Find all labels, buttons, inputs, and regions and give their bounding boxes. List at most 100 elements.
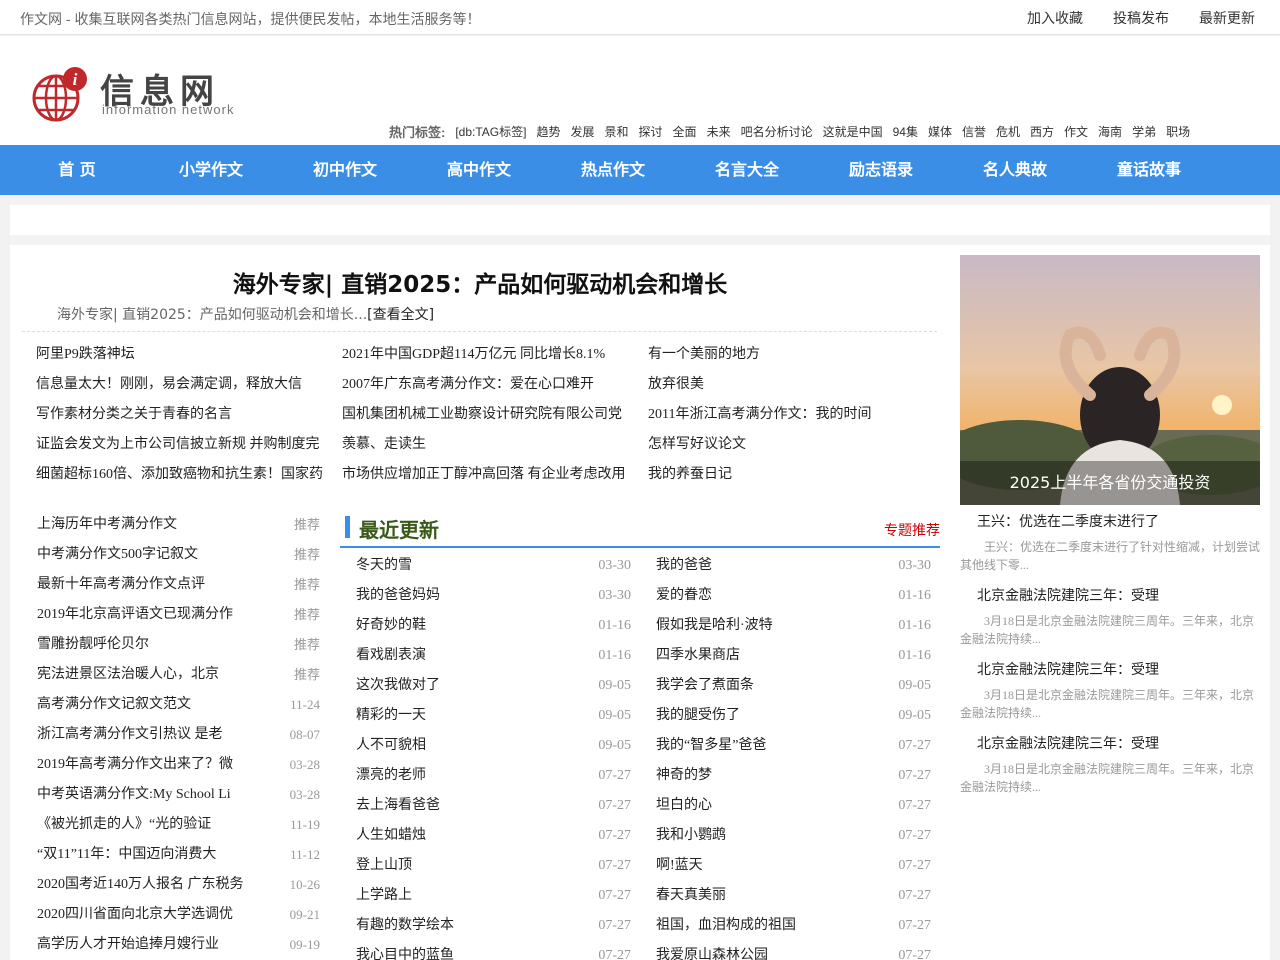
list-item[interactable]: 坦白的心 07-27 [656,791,931,821]
list-item-title[interactable]: 好奇妙的鞋 [356,611,576,641]
list-item-title[interactable]: 祖国，血泪构成的祖国 [656,911,876,941]
nav-senior-essays[interactable]: 高中作文 [412,145,546,195]
list-item[interactable]: 看戏剧表演 01-16 [356,641,631,671]
list-item-title[interactable]: 坦白的心 [656,791,876,821]
nav-inspirational[interactable]: 励志语录 [814,145,948,195]
list-item-title[interactable]: 冬天的雪 [356,551,576,581]
list-item[interactable]: 2019年高考满分作文出来了？微 03-28 [37,750,320,780]
list-item[interactable]: 我的养蚕日记 [648,460,943,490]
list-item[interactable]: 细菌超标160倍、添加致癌物和抗生素！国家药 [36,460,331,490]
add-favorite-link[interactable]: 加入收藏 [1027,8,1083,28]
list-item-title[interactable]: 爱的眷恋 [656,581,876,611]
list-item[interactable]: 爱的眷恋 01-16 [656,581,931,611]
hot-tag[interactable]: [db:TAG标签] [455,123,526,140]
list-item[interactable]: 我心目中的蓝鱼 07-27 [356,941,631,960]
list-item[interactable]: 国机集团机械工业勘察设计研究院有限公司党 [342,400,637,430]
hot-tag[interactable]: 全面 [673,123,697,140]
hot-tag[interactable]: 危机 [996,123,1020,140]
submit-post-link[interactable]: 投稿发布 [1113,8,1169,28]
nav-quotes[interactable]: 名言大全 [680,145,814,195]
nav-hot-essays[interactable]: 热点作文 [546,145,680,195]
list-item[interactable]: 2021年中国GDP超114万亿元 同比增长8.1% [342,340,637,370]
nav-fairy-tales[interactable]: 童话故事 [1082,145,1216,195]
list-item[interactable]: 放弃很美 [648,370,943,400]
list-item-title[interactable]: 漂亮的老师 [356,761,576,791]
list-item[interactable]: 啊!蓝天 07-27 [656,851,931,881]
list-item[interactable]: 2007年广东高考满分作文：爱在心口难开 [342,370,637,400]
list-item[interactable]: 中考英语满分作文:My School Li 03-28 [37,780,320,810]
list-item[interactable]: 有趣的数学绘本 07-27 [356,911,631,941]
list-item-title[interactable]: “双11”11年：中国迈向消费大 [37,840,277,870]
headline-title[interactable]: 海外专家| 直销2025：产品如何驱动机会和增长 [10,265,950,299]
list-item-title[interactable]: 2019年北京高评语文已现满分作 [37,600,277,630]
list-item[interactable]: 人不可貌相 09-05 [356,731,631,761]
topic-recommend-link[interactable]: 专题推荐 [884,520,940,540]
list-item[interactable]: 上学路上 07-27 [356,881,631,911]
list-item-title[interactable]: 《被光抓走的人》“光的验证 [37,810,277,840]
list-item[interactable]: 宪法进景区法治暖人心，北京 推荐 [37,660,320,690]
list-item-title[interactable]: 最新十年高考满分作文点评 [37,570,277,600]
list-item-title[interactable]: 我的腿受伤了 [656,701,876,731]
nav-primary-essays[interactable]: 小学作文 [144,145,278,195]
list-item[interactable]: 市场供应增加正丁醇冲高回落 有企业考虑改用 [342,460,637,490]
list-item[interactable]: 祖国，血泪构成的祖国 07-27 [656,911,931,941]
hot-tag[interactable]: 94集 [893,123,918,140]
list-item-title[interactable]: 人不可貌相 [356,731,576,761]
list-item[interactable]: 假如我是哈利·波特 01-16 [656,611,931,641]
list-item[interactable]: 去上海看爸爸 07-27 [356,791,631,821]
list-item-title[interactable]: 春天真美丽 [656,881,876,911]
list-item-title[interactable]: 精彩的一天 [356,701,576,731]
site-logo[interactable]: i 信息网 information network [32,62,272,122]
hot-tag[interactable]: 职场 [1166,123,1190,140]
list-item[interactable]: 上海历年中考满分作文 推荐 [37,510,320,540]
nav-famous-stories[interactable]: 名人典故 [948,145,1082,195]
list-item[interactable]: 春天真美丽 07-27 [656,881,931,911]
list-item[interactable]: 北京金融法院建院三年：受理 3月18日是北京金融法院建院三周年。三年来，北京金融… [960,579,1260,653]
list-item-title[interactable]: 我的爸爸妈妈 [356,581,576,611]
list-item[interactable]: 人生如蜡烛 07-27 [356,821,631,851]
list-item-title[interactable]: 上学路上 [356,881,576,911]
hot-tag[interactable]: 发展 [571,123,595,140]
news-title[interactable]: 北京金融法院建院三年：受理 [960,587,1260,607]
list-item[interactable]: 羡慕、走读生 [342,430,637,460]
list-item[interactable]: 冬天的雪 03-30 [356,551,631,581]
list-item-title[interactable]: 雪雕扮靓呼伦贝尔 [37,630,277,660]
list-item-title[interactable]: 去上海看爸爸 [356,791,576,821]
hot-tag[interactable]: 媒体 [928,123,952,140]
list-item-title[interactable]: 神奇的梦 [656,761,876,791]
list-item[interactable]: 四季水果商店 01-16 [656,641,931,671]
list-item-title[interactable]: 啊!蓝天 [656,851,876,881]
hot-tag[interactable]: 信誉 [962,123,986,140]
list-item[interactable]: 登上山顶 07-27 [356,851,631,881]
hot-tag[interactable]: 海南 [1098,123,1122,140]
list-item-title[interactable]: 中考英语满分作文:My School Li [37,780,277,810]
news-title[interactable]: 王兴：优选在二季度末进行了 [960,513,1260,533]
hot-tag[interactable]: 这就是中国 [823,123,883,140]
list-item-title[interactable]: 2020四川省面向北京大学选调优 [37,900,277,930]
list-item-title[interactable]: 高考满分作文记叙文范文 [37,690,277,720]
list-item[interactable]: 中考满分作文500字记叙文 推荐 [37,540,320,570]
list-item-title[interactable]: 四季水果商店 [656,641,876,671]
list-item-title[interactable]: 浙江高考满分作文引热议 是老 [37,720,277,750]
latest-updates-link[interactable]: 最新更新 [1199,8,1255,28]
list-item[interactable]: 北京金融法院建院三年：受理 3月18日是北京金融法院建院三周年。三年来，北京金融… [960,653,1260,727]
list-item-title[interactable]: 我学会了煮面条 [656,671,876,701]
list-item[interactable]: 漂亮的老师 07-27 [356,761,631,791]
nav-home[interactable]: 首 页 [10,145,144,195]
list-item[interactable]: “双11”11年：中国迈向消费大 11-12 [37,840,320,870]
list-item[interactable]: 有一个美丽的地方 [648,340,943,370]
list-item[interactable]: 我的腿受伤了 09-05 [656,701,931,731]
list-item[interactable]: 王兴：优选在二季度末进行了 王兴：优选在二季度末进行了针对性缩减，计划尝试其他线… [960,505,1260,579]
hot-tag[interactable]: 趋势 [536,123,560,140]
list-item[interactable]: 2019年北京高评语文已现满分作 推荐 [37,600,320,630]
list-item[interactable]: 好奇妙的鞋 01-16 [356,611,631,641]
list-item[interactable]: 2020国考近140万人报名 广东税务 10-26 [37,870,320,900]
list-item-title[interactable]: 我心目中的蓝鱼 [356,941,576,960]
hot-tag[interactable]: 探讨 [639,123,663,140]
list-item[interactable]: 我的爸爸妈妈 03-30 [356,581,631,611]
list-item[interactable]: 我爱原山森林公园 07-27 [656,941,931,960]
list-item[interactable]: 浙江高考满分作文引热议 是老 08-07 [37,720,320,750]
list-item-title[interactable]: 我的爸爸 [656,551,876,581]
list-item[interactable]: 雪雕扮靓呼伦贝尔 推荐 [37,630,320,660]
list-item-title[interactable]: 这次我做对了 [356,671,576,701]
